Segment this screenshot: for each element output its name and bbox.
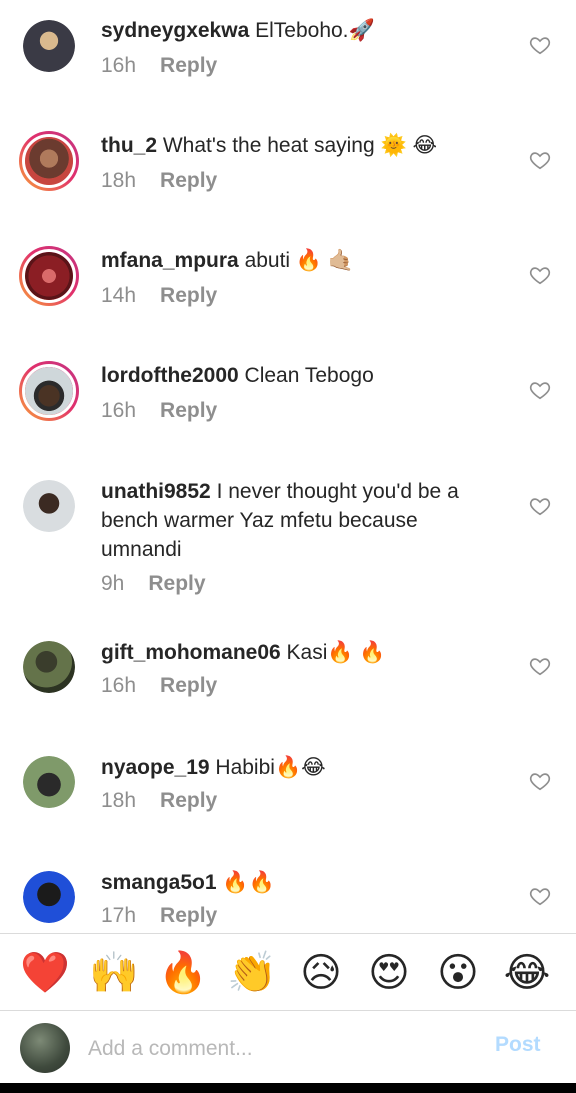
comment-time: 17h [101, 904, 137, 927]
avatar[interactable] [23, 641, 75, 693]
comment-time: 18h [101, 789, 137, 812]
comment-text: mfana_mpura abuti 🔥 🤙🏼 [101, 246, 501, 275]
comment-meta: 17h Reply [101, 904, 217, 928]
avatar[interactable] [23, 20, 75, 72]
comment-text: thu_2 What's the heat saying 🌞 😂 [101, 131, 501, 160]
comment-body: Clean Tebogo [244, 364, 374, 387]
reply-button[interactable]: Reply [160, 789, 217, 812]
comment-text: sydneygxekwa ElTeboho.🚀 [101, 16, 501, 45]
avatar[interactable] [19, 361, 79, 421]
comment-meta: 16h Reply [101, 54, 217, 78]
reaction-tears-of-joy-icon[interactable]: 😂 [502, 948, 552, 998]
comment-time: 14h [101, 284, 137, 307]
comment-time: 16h [101, 399, 137, 422]
reply-button[interactable]: Reply [160, 674, 217, 697]
reaction-heart-eyes-icon[interactable]: 😍 [364, 948, 414, 998]
reply-button[interactable]: Reply [148, 572, 205, 595]
like-heart-icon[interactable] [529, 655, 551, 677]
avatar[interactable] [19, 131, 79, 191]
comment-meta: 14h Reply [101, 284, 217, 308]
comment-time: 16h [101, 54, 137, 77]
comment-meta: 16h Reply [101, 674, 217, 698]
avatar[interactable] [23, 756, 75, 808]
comment-text: nyaope_19 Habibi🔥😂 [101, 753, 501, 782]
reaction-red-heart-icon[interactable]: ❤️ [20, 948, 70, 998]
reaction-fire-icon[interactable]: 🔥 [158, 948, 208, 998]
current-user-avatar [20, 1023, 70, 1073]
like-heart-icon[interactable] [529, 770, 551, 792]
comment-body: abuti 🔥 🤙🏼 [244, 249, 355, 272]
reply-button[interactable]: Reply [160, 54, 217, 77]
comment-time: 16h [101, 674, 137, 697]
comment-text: unathi9852 I never thought you'd be a be… [101, 477, 501, 564]
reaction-clapping-hands-icon[interactable]: 👏 [227, 948, 277, 998]
comment-composer: Post [0, 1011, 576, 1083]
comment-body: Habibi🔥😂 [215, 756, 326, 779]
reply-button[interactable]: Reply [160, 169, 217, 192]
comments-list: sydneygxekwa ElTeboho.🚀 16h Reply thu_2 W… [0, 0, 576, 933]
reaction-raising-hands-icon[interactable]: 🙌 [89, 948, 139, 998]
comment-username[interactable]: nyaope_19 [101, 756, 210, 779]
avatar[interactable] [23, 871, 75, 923]
comment-meta: 9h Reply [101, 572, 206, 596]
like-heart-icon[interactable] [529, 264, 551, 286]
comment-time: 18h [101, 169, 137, 192]
comment-text: lordofthe2000 Clean Tebogo [101, 361, 501, 390]
post-button[interactable]: Post [495, 1033, 541, 1057]
comment-username[interactable]: unathi9852 [101, 480, 211, 503]
comment-meta: 16h Reply [101, 399, 217, 423]
comment-input[interactable] [88, 1033, 448, 1065]
comment-meta: 18h Reply [101, 169, 217, 193]
like-heart-icon[interactable] [529, 885, 551, 907]
comment-text: gift_mohomane06 Kasi🔥 🔥 [101, 638, 501, 667]
like-heart-icon[interactable] [529, 379, 551, 401]
quick-reactions-bar: ❤️ 🙌 🔥 👏 😥 😍 😮 😂 [0, 934, 576, 1010]
avatar[interactable] [19, 246, 79, 306]
comment-username[interactable]: lordofthe2000 [101, 364, 239, 387]
comment-username[interactable]: sydneygxekwa [101, 19, 249, 42]
reaction-crying-face-icon[interactable]: 😥 [296, 948, 346, 998]
comment-body: Kasi🔥 🔥 [286, 641, 386, 664]
reaction-surprised-face-icon[interactable]: 😮 [433, 948, 483, 998]
like-heart-icon[interactable] [529, 495, 551, 517]
comment-username[interactable]: smanga5o1 [101, 871, 217, 894]
comment-username[interactable]: thu_2 [101, 134, 157, 157]
comment-username[interactable]: gift_mohomane06 [101, 641, 281, 664]
comment-time: 9h [101, 572, 125, 595]
comment-body: What's the heat saying 🌞 😂 [162, 134, 438, 157]
comment-text: smanga5o1 🔥🔥 [101, 868, 501, 897]
system-nav-bar [0, 1083, 576, 1093]
comment-body: 🔥🔥 [222, 871, 275, 894]
reply-button[interactable]: Reply [160, 904, 217, 927]
reply-button[interactable]: Reply [160, 284, 217, 307]
avatar[interactable] [23, 480, 75, 532]
comment-username[interactable]: mfana_mpura [101, 249, 239, 272]
like-heart-icon[interactable] [529, 34, 551, 56]
comment-body: ElTeboho.🚀 [255, 19, 375, 42]
reply-button[interactable]: Reply [160, 399, 217, 422]
comment-meta: 18h Reply [101, 789, 217, 813]
like-heart-icon[interactable] [529, 149, 551, 171]
